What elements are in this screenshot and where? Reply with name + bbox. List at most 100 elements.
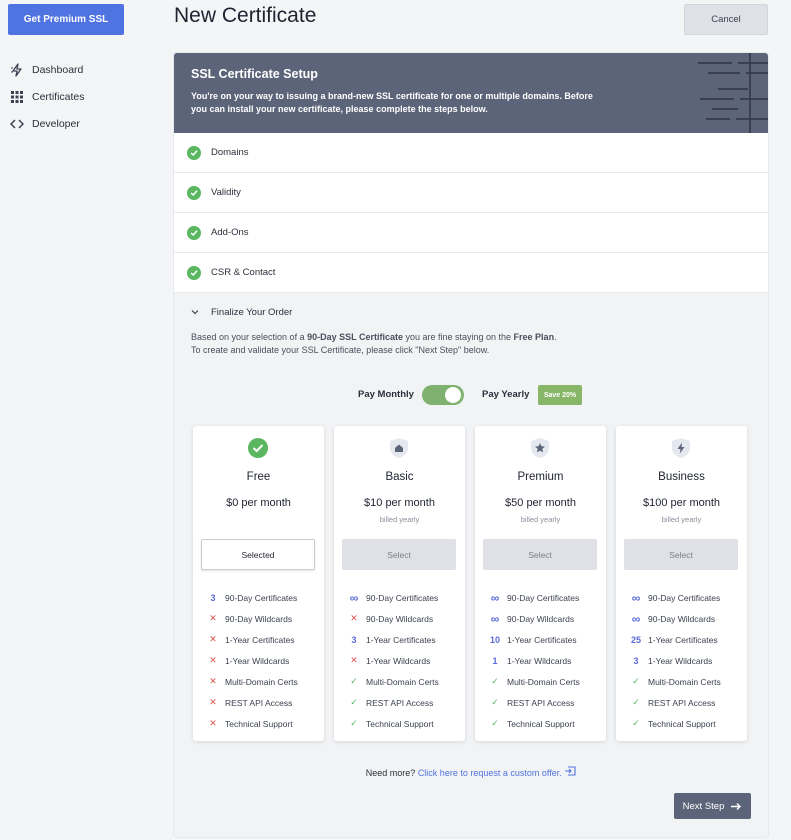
billing-period-toggle[interactable] (422, 385, 464, 405)
pay-yearly-label: Pay Yearly (482, 389, 530, 400)
arrow-right-icon (731, 802, 742, 811)
feature-item: ✕ 1-Year Wildcards (205, 650, 298, 671)
check-icon: ✓ (491, 676, 499, 686)
banner-decoration-icon (698, 53, 768, 133)
feature-label: 90-Day Wildcards (225, 613, 293, 624)
page-title: New Certificate (174, 4, 317, 27)
feature-item: ✕ 90-Day Wildcards (346, 608, 439, 629)
feature-mark: 3 (633, 655, 639, 666)
custom-offer-row: Need more? Click here to request a custo… (174, 766, 768, 778)
feature-label: REST API Access (648, 697, 716, 708)
feature-item: ✓ Technical Support (346, 713, 439, 734)
step-label: Validity (211, 187, 241, 198)
feature-label: Multi-Domain Certs (648, 676, 721, 687)
chevron-down-icon (191, 308, 201, 317)
sidebar-item-dashboard[interactable]: Dashboard (10, 56, 85, 83)
setup-banner: SSL Certificate Setup You're on your way… (174, 53, 768, 133)
plan-select-button[interactable]: Select (483, 539, 597, 570)
infinity-icon: ∞ (349, 590, 359, 605)
sidebar-item-developer[interactable]: Developer (10, 110, 85, 137)
certificate-setup-card: SSL Certificate Setup You're on your way… (174, 53, 768, 837)
feature-item: ✕ 1-Year Certificates (205, 629, 298, 650)
x-icon: ✕ (209, 655, 217, 665)
feature-label: REST API Access (507, 697, 575, 708)
sidebar-item-label: Dashboard (32, 63, 84, 76)
x-icon: ✕ (209, 676, 217, 686)
toggle-knob (445, 387, 461, 403)
feature-item: ✓ Multi-Domain Certs (628, 671, 721, 692)
check-icon: ✓ (491, 697, 499, 707)
feature-label: 90-Day Certificates (366, 592, 439, 603)
next-step-label: Next Step (682, 800, 725, 812)
feature-label: 1-Year Wildcards (225, 655, 290, 666)
feature-label: Multi-Domain Certs (507, 676, 580, 687)
feature-mark: 1 (492, 655, 498, 666)
custom-offer-link[interactable]: Click here to request a custom offer. (418, 768, 562, 778)
finalize-header[interactable]: Finalize Your Order (191, 293, 751, 331)
infinity-icon: ∞ (631, 611, 641, 626)
step-domains[interactable]: Domains (174, 133, 768, 173)
plan-select-button[interactable]: Select (342, 539, 456, 570)
sidebar-item-label: Developer (32, 117, 80, 130)
plan-features: ∞ 90-Day Certificates ✕ 90-Day Wildcards 3… (346, 587, 439, 734)
plan-select-button[interactable]: Selected (201, 539, 315, 570)
get-premium-ssl-button[interactable]: Get Premium SSL (8, 4, 124, 35)
sidebar-item-certificates[interactable]: Certificates (10, 83, 85, 110)
selected-certificate-type: 90-Day SSL Certificate (307, 332, 403, 342)
check-icon: ✓ (350, 676, 358, 686)
feature-item: 10 1-Year Certificates (487, 629, 580, 650)
feature-mark: 3 (351, 634, 357, 645)
plan-select-button[interactable]: Select (624, 539, 738, 570)
plan-features: ∞ 90-Day Certificates ∞ 90-Day Wildcards 1… (487, 587, 580, 734)
external-link-icon (564, 766, 576, 778)
plan-price: $10 per month (364, 497, 435, 509)
feature-item: 3 90-Day Certificates (205, 587, 298, 608)
plan-billing-note: billed yearly (661, 515, 702, 524)
feature-label: Technical Support (225, 718, 293, 729)
plan-features: 3 90-Day Certificates ✕ 90-Day Wildcards ✕… (205, 587, 298, 734)
save-badge: Save 20% (538, 385, 582, 405)
sidebar-nav: Dashboard Certificates Developer (10, 56, 85, 137)
infinity-icon: ∞ (490, 611, 500, 626)
plan-name: Free (246, 471, 271, 483)
text-fragment: you are fine staying on the (402, 332, 514, 342)
step-add-ons[interactable]: Add-Ons (174, 213, 768, 253)
feature-label: 1-Year Certificates (225, 634, 295, 645)
star-shield-icon (530, 437, 550, 459)
feature-item: ✕ REST API Access (205, 692, 298, 713)
recommended-plan: Free Plan (513, 332, 555, 342)
step-label: Domains (211, 147, 249, 158)
feature-item: ✓ REST API Access (346, 692, 439, 713)
feature-mark: 3 (210, 592, 216, 603)
feature-item: ✓ Multi-Domain Certs (487, 671, 580, 692)
check-icon: ✓ (632, 697, 640, 707)
feature-item: ✓ Multi-Domain Certs (346, 671, 439, 692)
feature-label: 90-Day Wildcards (366, 613, 434, 624)
need-more-text: Need more? (365, 768, 416, 778)
x-icon: ✕ (209, 697, 217, 707)
feature-mark: 25 (630, 634, 641, 645)
feature-label: Multi-Domain Certs (366, 676, 439, 687)
x-icon: ✕ (209, 634, 217, 644)
home-shield-icon (389, 437, 409, 459)
plan-price: $100 per month (642, 497, 721, 509)
step-validity[interactable]: Validity (174, 173, 768, 213)
cancel-button[interactable]: Cancel (684, 4, 768, 35)
infinity-icon: ∞ (490, 590, 500, 605)
text-fragment: . (554, 332, 557, 342)
check-icon: ✓ (491, 718, 499, 728)
feature-item: ∞ 90-Day Wildcards (628, 608, 721, 629)
plan-card-business: Business $100 per month billed yearly Se… (616, 426, 747, 741)
feature-label: 1-Year Wildcards (648, 655, 713, 666)
step-csr-contact[interactable]: CSR & Contact (174, 253, 768, 293)
feature-item: ✓ REST API Access (628, 692, 721, 713)
grid-icon (10, 90, 24, 104)
sidebar: Get Premium SSL Dashboard Certificates D… (0, 0, 150, 840)
plan-name: Premium (517, 471, 564, 483)
check-circle-icon (187, 185, 201, 200)
feature-label: 1-Year Wildcards (507, 655, 572, 666)
next-step-button[interactable]: Next Step (674, 793, 751, 819)
feature-label: 1-Year Certificates (648, 634, 718, 645)
feature-item: ∞ 90-Day Certificates (487, 587, 580, 608)
plan-card-free: Free $0 per month Selected 3 90-Day Certi… (193, 426, 324, 741)
